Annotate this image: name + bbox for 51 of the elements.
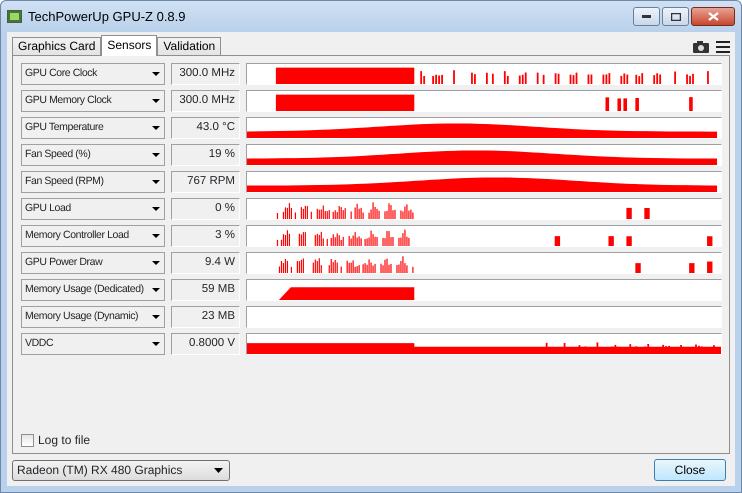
caret-icon bbox=[152, 261, 160, 265]
caret-icon bbox=[152, 207, 160, 211]
sensor-reading: 19 % bbox=[171, 144, 240, 166]
caret-icon bbox=[152, 72, 160, 76]
tab[interactable]: Validation bbox=[157, 37, 222, 55]
checkbox-label: Log to file bbox=[38, 432, 90, 449]
sensor-reading: 3 % bbox=[171, 225, 240, 247]
window-title: TechPowerUp GPU-Z 0.8.9 bbox=[28, 8, 186, 26]
caret-icon bbox=[152, 99, 160, 103]
sensor-dropdown[interactable]: Fan Speed (RPM) bbox=[21, 171, 165, 193]
sensor-dropdown[interactable]: Memory Usage (Dedicated) bbox=[21, 279, 165, 301]
sensor-dropdown[interactable]: Fan Speed (%) bbox=[21, 144, 165, 166]
sensor-dropdown[interactable]: GPU Load bbox=[21, 198, 165, 220]
sensor-dropdown[interactable]: VDDC bbox=[21, 333, 165, 355]
sensor-dropdown[interactable]: GPU Core Clock bbox=[21, 63, 165, 85]
minimize-button[interactable] bbox=[633, 7, 660, 26]
sensor-reading: 0.8000 V bbox=[171, 333, 240, 355]
tab[interactable]: Graphics Card bbox=[12, 37, 102, 55]
window-close-button[interactable] bbox=[691, 7, 735, 26]
caret-icon bbox=[152, 288, 160, 292]
sensor-reading: 59 MB bbox=[171, 279, 240, 301]
log-checkbox[interactable] bbox=[21, 434, 34, 446]
minimize-icon bbox=[642, 15, 651, 18]
caret-icon bbox=[152, 153, 160, 157]
close-icon bbox=[708, 12, 718, 21]
maximize-icon bbox=[670, 12, 680, 20]
caret-icon bbox=[152, 180, 160, 184]
menu-icon[interactable] bbox=[716, 40, 730, 52]
sensor-dropdown[interactable]: GPU Temperature bbox=[21, 117, 165, 139]
sensor-reading: 43.0 °C bbox=[171, 117, 240, 139]
sensor-dropdown[interactable]: GPU Power Draw bbox=[21, 252, 165, 274]
sensor-dropdown[interactable]: GPU Memory Clock bbox=[21, 90, 165, 112]
sensor-reading: 23 MB bbox=[171, 306, 240, 328]
camera-icon[interactable] bbox=[692, 40, 710, 53]
gpu-select[interactable]: Radeon (TM) RX 480 Graphics bbox=[12, 460, 230, 480]
close-button[interactable]: Close bbox=[654, 459, 726, 481]
caret-icon bbox=[214, 468, 223, 472]
tab[interactable]: Sensors bbox=[101, 35, 158, 56]
app-icon bbox=[7, 10, 22, 23]
sensor-reading: 300.0 MHz bbox=[171, 90, 240, 112]
caret-icon bbox=[152, 126, 160, 130]
sensor-reading: 9.4 W bbox=[171, 252, 240, 274]
caret-icon bbox=[152, 234, 160, 238]
caret-icon bbox=[152, 315, 160, 319]
sensor-reading: 300.0 MHz bbox=[171, 63, 240, 85]
caret-icon bbox=[152, 342, 160, 346]
maximize-button[interactable] bbox=[662, 7, 689, 26]
sensor-reading: 0 % bbox=[171, 198, 240, 220]
sensor-dropdown[interactable]: Memory Usage (Dynamic) bbox=[21, 306, 165, 328]
sensor-reading: 767 RPM bbox=[171, 171, 240, 193]
sensor-dropdown[interactable]: Memory Controller Load bbox=[21, 225, 165, 247]
